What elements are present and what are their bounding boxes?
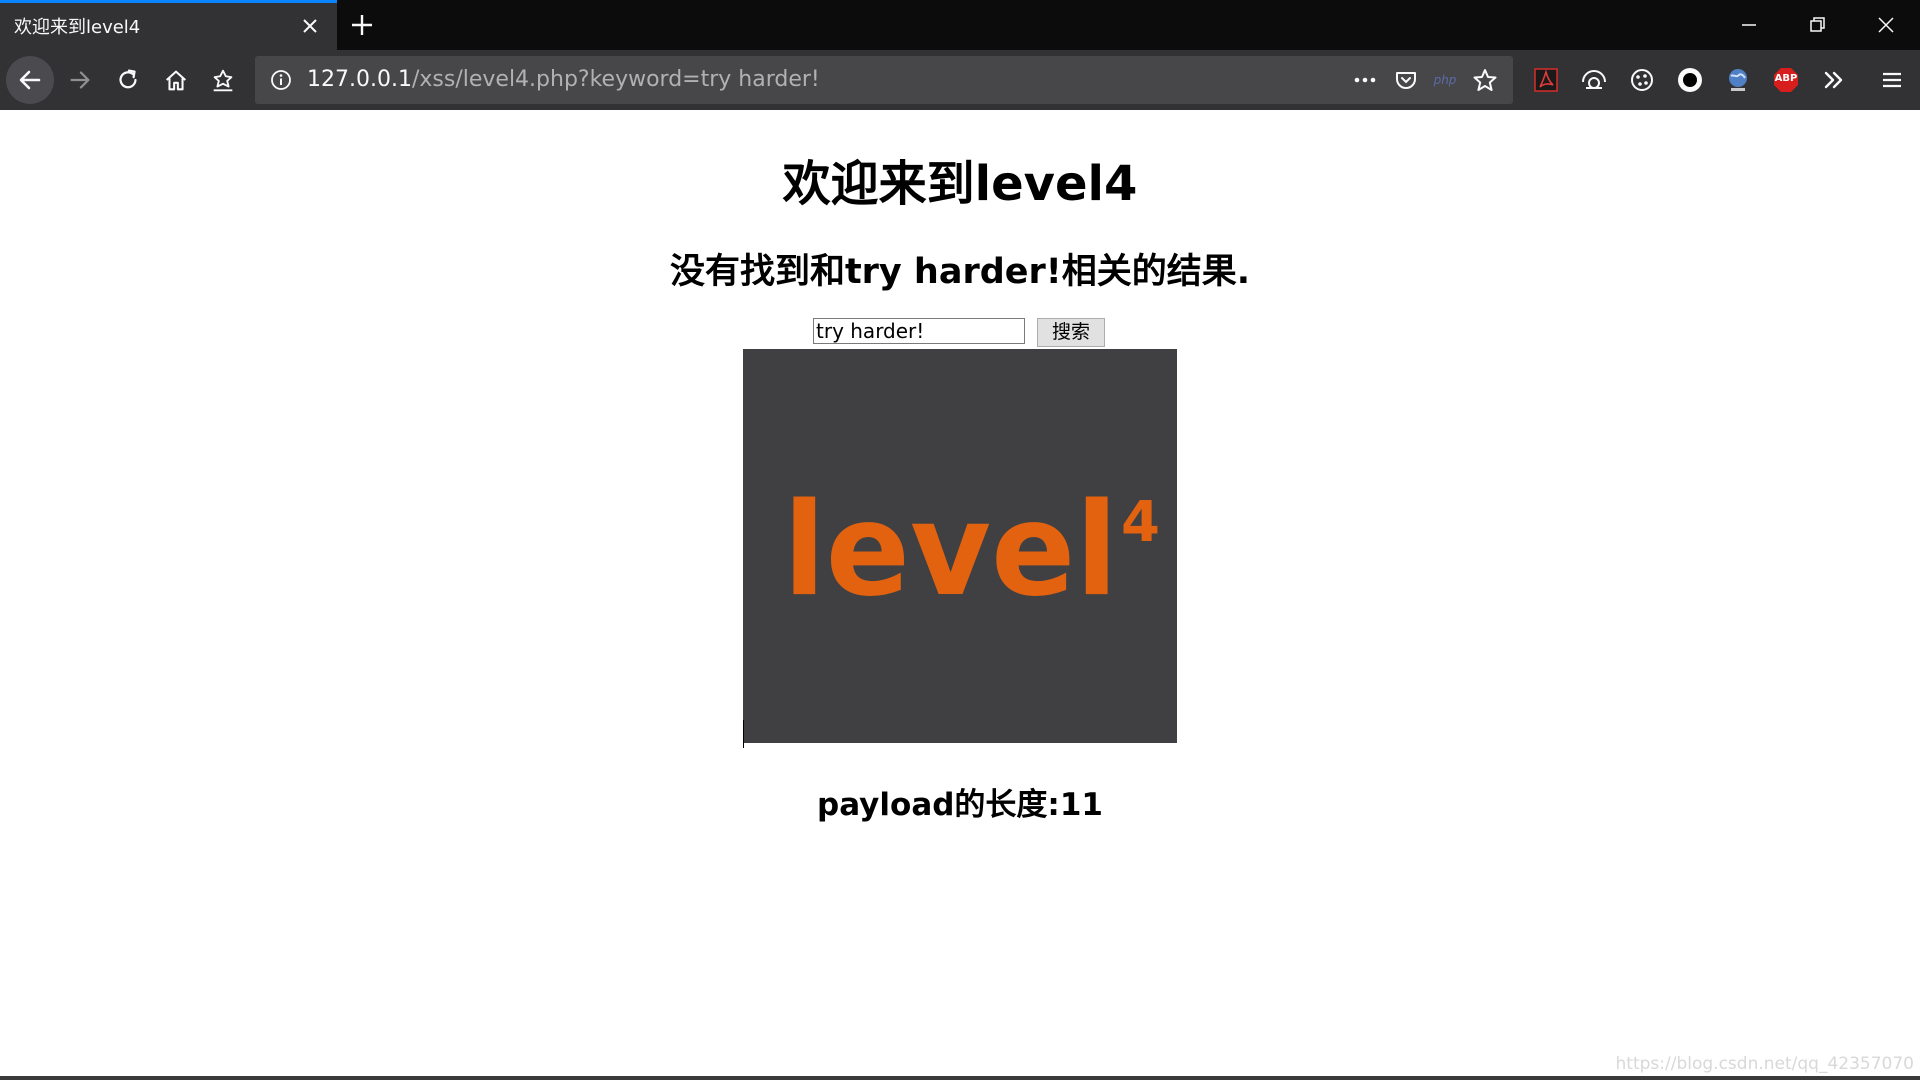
url-path: /xss/level4.php?keyword=try harder! xyxy=(411,67,820,92)
double-chevron-icon xyxy=(1824,71,1843,89)
close-tab-icon[interactable] xyxy=(297,13,323,39)
bookmark-button[interactable] xyxy=(1471,66,1499,94)
search-input[interactable] xyxy=(813,318,1025,344)
back-arrow-icon xyxy=(19,70,41,90)
page-heading: 欢迎来到level4 xyxy=(782,156,1138,212)
forward-button[interactable] xyxy=(64,64,96,96)
pocket-icon xyxy=(1396,72,1416,89)
circle-extension-button[interactable] xyxy=(1674,64,1706,96)
php-icon: php xyxy=(1433,73,1457,87)
page-content: 欢迎来到level4 没有找到和try harder!相关的结果. 搜索 lev… xyxy=(0,110,1920,1080)
level4-logo: level 4 xyxy=(783,476,1160,625)
page-actions-button[interactable] xyxy=(1351,66,1379,94)
main-menu-button[interactable] xyxy=(1876,64,1908,96)
circle-icon xyxy=(1678,68,1702,92)
new-tab-icon[interactable] xyxy=(347,10,377,40)
url-host: 127.0.0.1 xyxy=(307,67,412,92)
address-bar[interactable]: 127.0.0.1/xss/level4.php?keyword=try har… xyxy=(255,56,1513,104)
home-icon xyxy=(165,70,187,91)
home-button[interactable] xyxy=(160,64,192,96)
result-message: 没有找到和try harder!相关的结果. xyxy=(669,252,1251,292)
logo-word: level xyxy=(783,476,1118,625)
overflow-menu-button[interactable] xyxy=(1818,64,1850,96)
watermark: https://blog.csdn.net/qq_42357070 xyxy=(1615,1054,1914,1074)
search-button[interactable]: 搜索 xyxy=(1037,318,1105,347)
tab-accent xyxy=(0,0,337,3)
close-window-icon[interactable] xyxy=(1871,10,1901,40)
globe-extension-button[interactable] xyxy=(1722,64,1754,96)
tab-title: 欢迎来到level4 xyxy=(14,17,141,38)
cookie-extension-button[interactable] xyxy=(1626,64,1658,96)
url-text[interactable]: 127.0.0.1/xss/level4.php?keyword=try har… xyxy=(307,67,820,92)
pdf-extension-button[interactable] xyxy=(1530,64,1562,96)
bookmark-star-icon xyxy=(213,69,233,92)
cookie-icon xyxy=(1631,69,1653,91)
forward-arrow-icon xyxy=(70,71,90,89)
reload-button[interactable] xyxy=(112,64,144,96)
back-button[interactable] xyxy=(6,56,54,104)
visual-extension-button[interactable] xyxy=(1578,64,1610,96)
logo-superscript: 4 xyxy=(1121,490,1160,555)
level-logo-image: level 4 xyxy=(743,349,1177,743)
active-tab[interactable]: 欢迎来到level4 xyxy=(0,0,337,50)
restore-icon[interactable] xyxy=(1802,10,1832,40)
reload-icon xyxy=(119,69,137,89)
hamburger-menu-icon xyxy=(1883,72,1901,88)
adblock-label: ABP xyxy=(1774,73,1798,84)
php-extension-button[interactable]: php xyxy=(1431,66,1459,94)
payload-length: payload的长度:11 xyxy=(817,787,1103,823)
adblock-extension-button[interactable]: ABP xyxy=(1770,64,1802,96)
minimize-icon[interactable] xyxy=(1734,10,1764,40)
more-dots-icon xyxy=(1354,77,1376,83)
library-button[interactable] xyxy=(207,64,239,96)
tab-strip: 欢迎来到level4 xyxy=(0,0,1920,50)
pocket-button[interactable] xyxy=(1392,66,1420,94)
star-icon xyxy=(1473,69,1497,91)
globe-icon xyxy=(1729,69,1747,91)
pdf-icon xyxy=(1534,68,1558,92)
info-icon[interactable] xyxy=(269,68,293,92)
text-cursor xyxy=(743,720,744,748)
visual-icon xyxy=(1582,70,1606,89)
bottom-border xyxy=(0,1076,1920,1080)
